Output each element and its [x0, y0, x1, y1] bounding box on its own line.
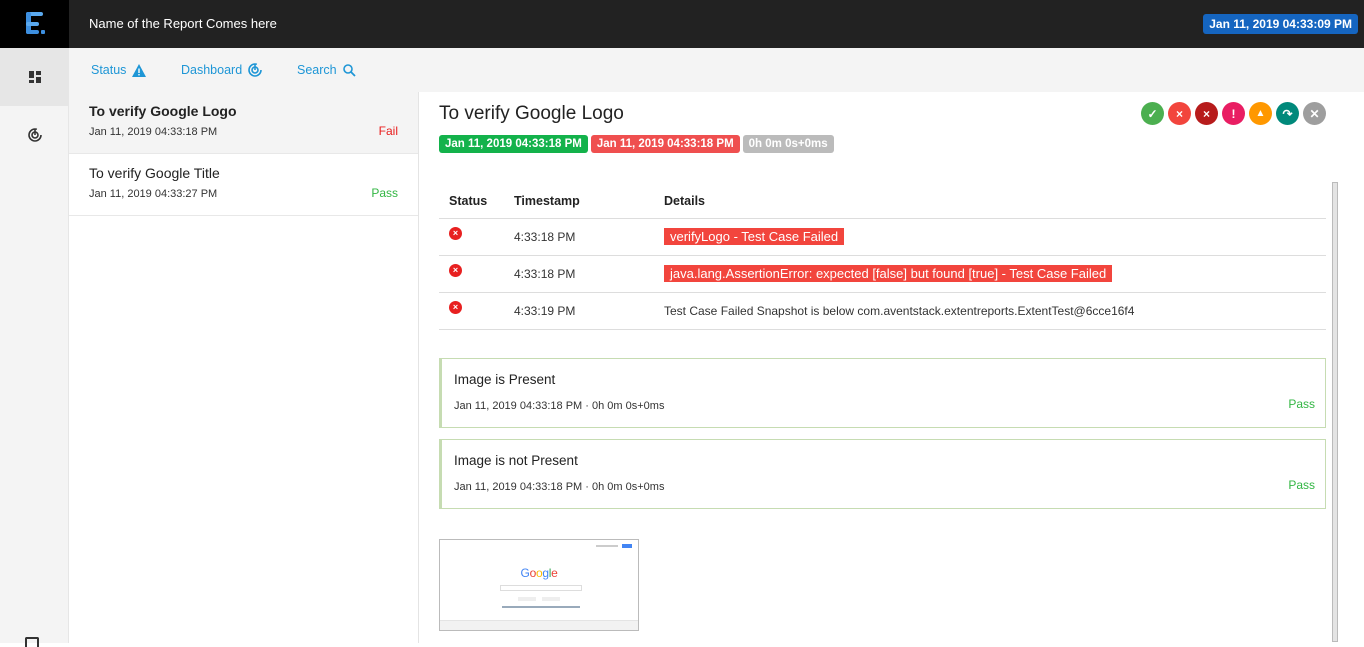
top-header: Name of the Report Comes here Jan 11, 20…: [0, 0, 1364, 48]
sub-nav: Status Dashboard Search: [69, 48, 1364, 92]
log-table: Status Timestamp Details × 4:33:18 PM ve…: [439, 184, 1326, 330]
node-meta: Jan 11, 2019 04:33:18 PM · 0h 0m 0s+0ms: [454, 481, 665, 493]
test-name: To verify Google Logo: [89, 103, 237, 119]
log-timestamp: 4:33:19 PM: [504, 292, 654, 330]
column-header-timestamp: Timestamp: [504, 184, 654, 219]
log-row: × 4:33:18 PM java.lang.AssertionError: e…: [439, 255, 1326, 293]
filter-error-icon[interactable]: !: [1222, 102, 1245, 125]
filter-pass-icon[interactable]: ✓: [1141, 102, 1164, 125]
lucky-button-thumb: [542, 597, 560, 601]
screenshot-thumbnail[interactable]: Google: [439, 539, 639, 631]
node-meta: Jan 11, 2019 04:33:18 PM · 0h 0m 0s+0ms: [454, 400, 665, 412]
log-details: java.lang.AssertionError: expected [fals…: [664, 265, 1113, 282]
test-status: Pass: [371, 186, 398, 200]
header-links-thumb: [596, 545, 618, 547]
extent-logo-icon: [25, 12, 45, 34]
vertical-scrollbar[interactable]: [1332, 182, 1338, 642]
column-header-status: Status: [439, 184, 504, 219]
search-box-thumb: [500, 585, 582, 591]
test-list-item[interactable]: To verify Google Title Jan 11, 2019 04:3…: [69, 154, 418, 216]
report-name: Name of the Report Comes here: [89, 16, 277, 31]
test-list: To verify Google Logo Jan 11, 2019 04:33…: [69, 92, 419, 643]
log-row: × 4:33:18 PM verifyLogo - Test Case Fail…: [439, 218, 1326, 256]
filter-clear-icon[interactable]: ✕: [1303, 102, 1326, 125]
child-node[interactable]: Image is not Present Jan 11, 2019 04:33:…: [439, 439, 1326, 509]
left-nav: [0, 48, 69, 647]
test-detail-panel: To verify Google Logo Jan 11, 2019 04:33…: [420, 92, 1344, 643]
log-row: × 4:33:19 PM Test Case Failed Snapshot i…: [439, 292, 1326, 330]
child-node[interactable]: Image is Present Jan 11, 2019 04:33:18 P…: [439, 358, 1326, 428]
log-timestamp: 4:33:18 PM: [504, 218, 654, 256]
status-filters: ✓ × × ! ▲ ↷ ✕: [1141, 102, 1326, 125]
log-timestamp: 4:33:18 PM: [504, 255, 654, 293]
radar-icon: [248, 63, 262, 77]
end-time-badge: Jan 11, 2019 04:33:18 PM: [590, 135, 740, 153]
node-name: Image is Present: [454, 372, 556, 387]
subnav-dashboard-label: Dashboard: [181, 63, 243, 77]
subnav-status[interactable]: Status: [91, 48, 147, 92]
subnav-search-label: Search: [297, 63, 337, 77]
nav-test-view[interactable]: [0, 48, 69, 106]
detail-badges: Jan 11, 2019 04:33:18 PM Jan 11, 2019 04…: [439, 135, 834, 153]
test-list-item[interactable]: To verify Google Logo Jan 11, 2019 04:33…: [69, 92, 418, 154]
subnav-dashboard[interactable]: Dashboard: [181, 48, 262, 92]
report-date-badge: Jan 11, 2019 04:33:09 PM: [1203, 14, 1358, 34]
node-status: Pass: [1288, 478, 1315, 492]
test-status: Fail: [378, 124, 398, 138]
node-name: Image is not Present: [454, 453, 578, 468]
test-time: Jan 11, 2019 04:33:27 PM: [89, 188, 218, 200]
dashboard-grid-icon: [28, 71, 41, 83]
fail-status-icon: ×: [449, 301, 462, 314]
logo[interactable]: [0, 0, 69, 48]
detail-title: To verify Google Logo: [439, 103, 624, 124]
fail-status-icon: ×: [449, 227, 462, 240]
language-links-thumb: [502, 606, 580, 608]
search-button-thumb: [518, 597, 536, 601]
warning-icon: [132, 63, 147, 77]
log-details: verifyLogo - Test Case Failed: [664, 228, 845, 245]
footer-thumb: [440, 620, 638, 630]
duration-badge: 0h 0m 0s+0ms: [742, 135, 834, 153]
radar-icon: [27, 128, 42, 142]
google-logo-thumb: Google: [520, 566, 558, 580]
signin-button-thumb: [622, 544, 632, 548]
filter-warning-icon[interactable]: ▲: [1249, 102, 1272, 125]
log-details: Test Case Failed Snapshot is below com.a…: [654, 292, 1326, 330]
nav-dashboard-view[interactable]: [0, 106, 69, 164]
column-header-details: Details: [654, 184, 1326, 219]
filter-fail-icon[interactable]: ×: [1168, 102, 1191, 125]
test-time: Jan 11, 2019 04:33:18 PM: [89, 126, 218, 138]
test-name: To verify Google Title: [89, 165, 220, 181]
start-time-badge: Jan 11, 2019 04:33:18 PM: [439, 135, 588, 153]
filter-fatal-icon[interactable]: ×: [1195, 102, 1218, 125]
fail-status-icon: ×: [449, 264, 462, 277]
node-status: Pass: [1288, 397, 1315, 411]
monitor-icon[interactable]: [25, 637, 39, 647]
filter-skip-icon[interactable]: ↷: [1276, 102, 1299, 125]
subnav-search[interactable]: Search: [297, 48, 356, 92]
subnav-status-label: Status: [91, 63, 127, 77]
search-icon: [342, 63, 356, 77]
